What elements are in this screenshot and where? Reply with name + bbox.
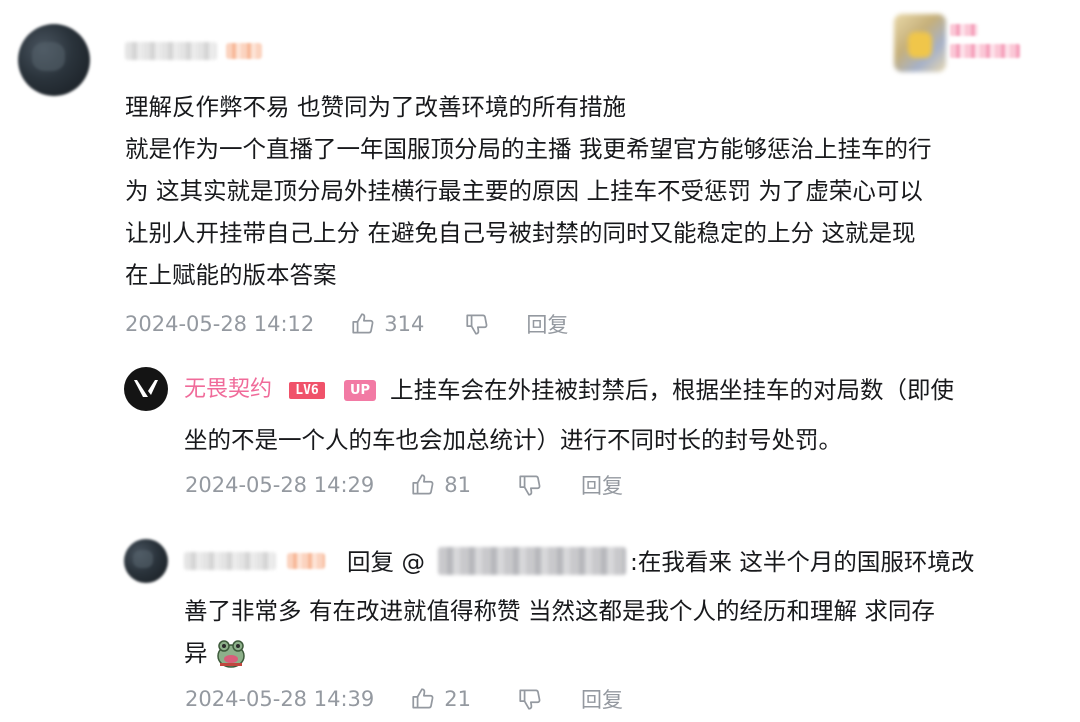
dislike-icon (464, 311, 490, 337)
main-comment-time: 2024-05-28 14:12 (125, 312, 315, 336)
main-user-avatar[interactable] (18, 24, 90, 96)
reply2-line: 善了非常多 有在改进就值得称赞 当然这都是我个人的经历和理解 求同存 (184, 597, 935, 625)
reply1-text: 上挂车会在外挂被封禁后，根据坐挂车的对局数（即使 (390, 369, 954, 411)
main-like-count: 314 (384, 312, 425, 336)
main-like-button[interactable]: 314 (350, 311, 424, 337)
reply1-up-badge: UP (344, 380, 376, 401)
reply1-time: 2024-05-28 14:29 (185, 473, 375, 497)
reply2-like-button[interactable]: 21 (410, 686, 471, 712)
reply1-line: 坐的不是一个人的车也会加总统计）进行不同时长的封号处罚。 (184, 426, 842, 454)
reply2-last-word: 异 (184, 639, 208, 667)
reply2-meta: 2024-05-28 14:39 21 回复 (185, 685, 623, 713)
valorant-avatar[interactable] (124, 367, 168, 411)
like-icon (410, 686, 436, 712)
reply1-like-button[interactable]: 81 (410, 472, 471, 498)
like-icon (410, 472, 436, 498)
main-reply-button[interactable]: 回复 (526, 309, 568, 339)
reply2-like-count: 21 (444, 687, 471, 711)
main-user-level-badge-redacted (226, 43, 262, 59)
reply1-line: 上挂车会在外挂被封禁后，根据坐挂车的对局数（即使 (390, 376, 954, 404)
reply1-dislike-button[interactable] (517, 472, 543, 498)
reply2-first-line: :在我看来 这半个月的国服环境改 (630, 548, 975, 576)
dislike-icon (517, 686, 543, 712)
main-username-redacted[interactable] (125, 42, 217, 60)
pendant-label-redacted (950, 24, 978, 36)
fan-medal-pendant[interactable] (894, 14, 946, 72)
reply1-username[interactable]: 无畏契约 (184, 374, 272, 406)
reply2-level-badge-redacted (287, 553, 325, 569)
frog-emoji-icon (217, 640, 245, 668)
main-comment-line: 在上赋能的版本答案 (125, 261, 337, 289)
main-comment-meta: 2024-05-28 14:12 314 回复 (125, 310, 568, 338)
reply1-like-count: 81 (444, 473, 471, 497)
reply2-prefix: 回复 @ (347, 548, 425, 576)
reply2-mention-redacted[interactable] (438, 547, 626, 575)
reply2-user-avatar[interactable] (124, 539, 168, 583)
reply2-dislike-button[interactable] (517, 686, 543, 712)
main-comment-line: 为 这其实就是顶分局外挂横行最主要的原因 上挂车不受惩罚 为了虚荣心可以 (125, 177, 923, 205)
reply2-username-redacted[interactable] (184, 552, 276, 570)
reply1-reply-button[interactable]: 回复 (581, 470, 623, 500)
pendant-number-redacted (950, 44, 1020, 58)
reply1-level-badge: LV6 (289, 382, 325, 399)
reply1-meta: 2024-05-28 14:29 81 回复 (185, 471, 623, 499)
valorant-logo-icon (134, 380, 158, 397)
reply2-time: 2024-05-28 14:39 (185, 687, 375, 711)
reply2-line: 异 (184, 632, 935, 674)
reply2-reply-button[interactable]: 回复 (581, 684, 623, 714)
main-comment-text: 理解反作弊不易 也赞同为了改善环境的所有措施 就是作为一个直播了一年国服顶分局的… (125, 86, 931, 296)
main-comment-line: 理解反作弊不易 也赞同为了改善环境的所有措施 (125, 93, 626, 121)
reply2-text: 善了非常多 有在改进就值得称赞 当然这都是我个人的经历和理解 求同存 异 (184, 590, 935, 674)
reply1-text-cont: 坐的不是一个人的车也会加总统计）进行不同时长的封号处罚。 (184, 419, 842, 461)
like-icon (350, 311, 376, 337)
main-comment-line: 让别人开挂带自己上分 在避免自己号被封禁的同时又能稳定的上分 这就是现 (125, 219, 916, 247)
main-comment-line: 就是作为一个直播了一年国服顶分局的主播 我更希望官方能够惩治上挂车的行 (125, 135, 932, 163)
dislike-icon (517, 472, 543, 498)
main-dislike-button[interactable] (464, 311, 490, 337)
